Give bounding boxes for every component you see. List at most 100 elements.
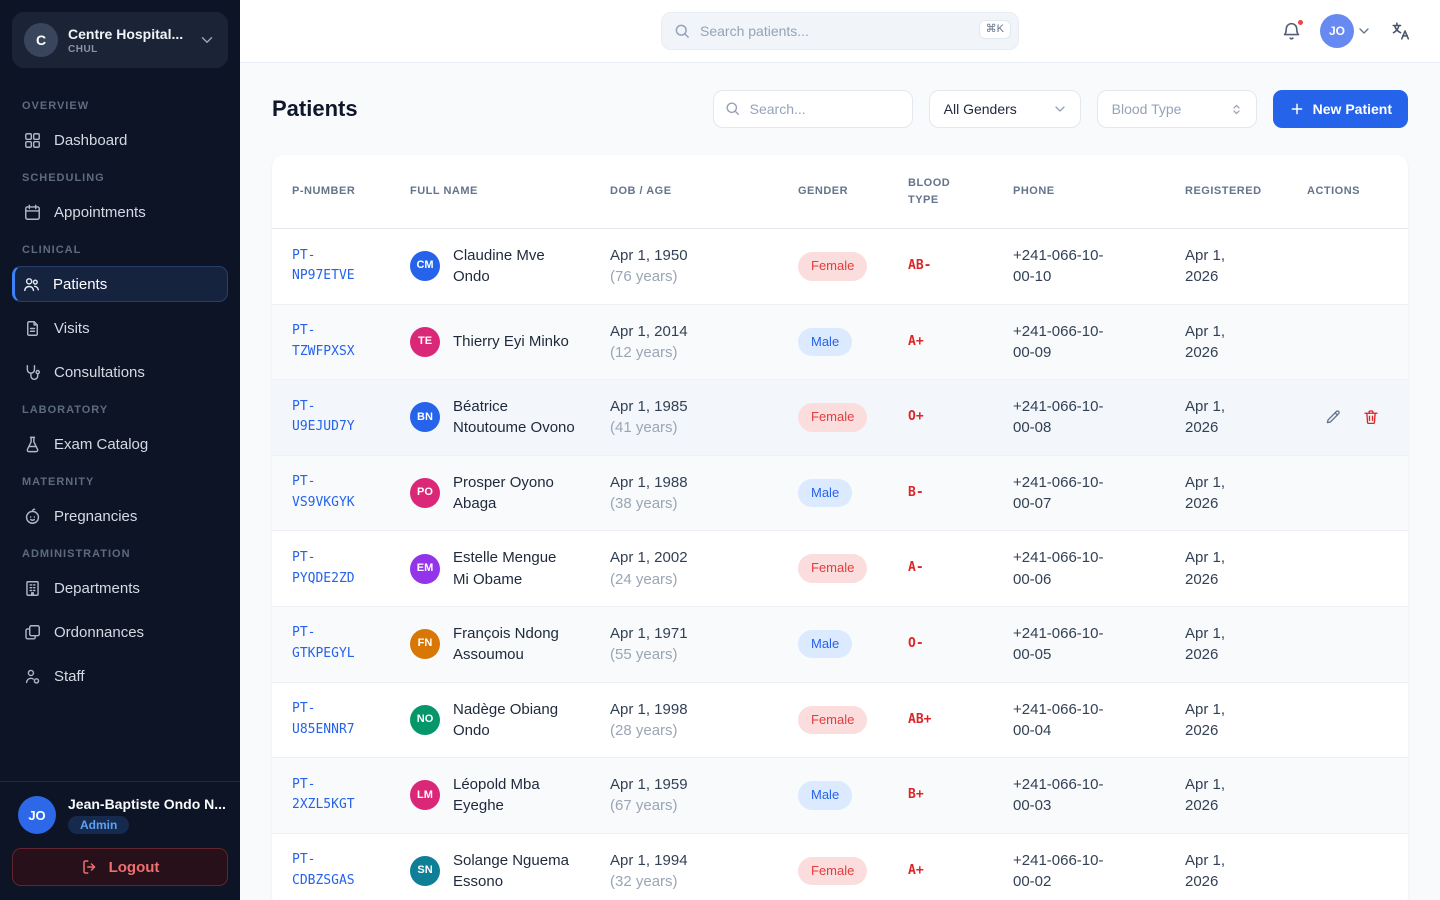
patient-name: Solange Nguema Essono (453, 850, 575, 893)
sidebar-item-ordonnances[interactable]: Ordonnances (12, 614, 228, 650)
org-selector[interactable]: C Centre Hospital... CHUL (12, 12, 228, 68)
new-patient-button[interactable]: New Patient (1273, 90, 1408, 128)
sidebar: C Centre Hospital... CHUL OVERVIEWDashbo… (0, 0, 240, 900)
patients-table: P-NUMBERFULL NAMEDOB / AGEGENDERBLOOD TY… (272, 155, 1408, 900)
table-row[interactable]: PT-GTKPEGYL FN François Ndong Assoumou Apr … (272, 606, 1408, 682)
registered-date: Apr 1, 2026 (1185, 229, 1249, 304)
registered-date: Apr 1, 2026 (1185, 683, 1249, 758)
edit-button[interactable] (1324, 408, 1342, 426)
table-row[interactable]: PT-U85ENNR7NONadège Obiang OndoApr 1, 19… (272, 682, 1408, 758)
page-title: Patients (272, 96, 358, 122)
patient-number-link[interactable]: PT-PYQDE2ZD (292, 548, 378, 590)
blood-type: AB+ (908, 695, 1013, 745)
sidebar-item-appointments[interactable]: Appointments (12, 194, 228, 230)
sidebar-item-consultations[interactable]: Consultations (12, 354, 228, 390)
patient-number-link[interactable]: PT-GTKPEGYL (292, 623, 378, 665)
sidebar-item-patients[interactable]: Patients (12, 266, 228, 302)
chevron-down-icon (198, 31, 216, 49)
sidebar-item-visits[interactable]: Visits (12, 310, 228, 346)
patient-dob: Apr 1, 1994 (32 years) (610, 834, 718, 900)
org-code: CHUL (68, 44, 188, 55)
app-root: C Centre Hospital... CHUL OVERVIEWDashbo… (0, 0, 1440, 900)
delete-button[interactable] (1362, 408, 1380, 426)
registered-date: Apr 1, 2026 (1185, 456, 1249, 531)
patient-name: Estelle Mengue Mi Obame (453, 547, 575, 590)
column-header-dob-age: DOB / AGE (610, 163, 798, 220)
table-row[interactable]: PT-PYQDE2ZDEMEstelle Mengue Mi ObameApr … (272, 530, 1408, 606)
logout-button[interactable]: Logout (12, 848, 228, 886)
patient-avatar: FN (410, 629, 440, 659)
patient-number-link[interactable]: PT-TZWFPXSX (292, 321, 378, 363)
patient-phone: +241-066-10-00-05 (1013, 607, 1137, 682)
table-row[interactable]: PT-CDBZSGASSNSolange Nguema EssonoApr 1,… (272, 833, 1408, 900)
patient-phone: +241-066-10-00-03 (1013, 758, 1137, 833)
patient-number-link[interactable]: PT-U9EJUD7Y (292, 397, 378, 439)
nav-section-maternity: MATERNITYPregnancies (12, 476, 228, 534)
sidebar-item-dashboard[interactable]: Dashboard (12, 122, 228, 158)
table-row[interactable]: PT-U9EJUD7YBNBéatrice Ntoutoume OvonoApr… (272, 379, 1408, 455)
patient-number-link[interactable]: PT-VS9VKGYK (292, 472, 378, 514)
user-menu[interactable]: JO (1320, 14, 1372, 48)
column-header-p-number: P-NUMBER (292, 163, 410, 220)
patient-phone: +241-066-10-00-02 (1013, 834, 1137, 900)
patient-dob: Apr 1, 1959 (67 years) (610, 758, 718, 833)
nav-section-administration: ADMINISTRATIONDepartmentsOrdonnancesStaf… (12, 548, 228, 694)
blood-type-filter-select[interactable]: Blood Type (1097, 90, 1257, 128)
nav-section-scheduling: SCHEDULINGAppointments (12, 172, 228, 230)
column-header-gender: GENDER (798, 163, 908, 220)
table-row[interactable]: PT-NP97ETVECMClaudine Mve OndoApr 1, 195… (272, 229, 1408, 304)
blood-type: A+ (908, 317, 1013, 367)
sidebar-item-exam-catalog[interactable]: Exam Catalog (12, 426, 228, 462)
blood-type: B+ (908, 770, 1013, 820)
registered-date: Apr 1, 2026 (1185, 531, 1249, 606)
table-row[interactable]: PT-2XZL5KGTLMLéopold Mba EyegheApr 1, 19… (272, 757, 1408, 833)
chevron-down-icon (1356, 23, 1372, 39)
patient-name: Léopold Mba Eyeghe (453, 774, 575, 817)
building-icon (23, 579, 42, 598)
pages-icon (23, 623, 42, 642)
patient-phone: +241-066-10-00-06 (1013, 531, 1137, 606)
gender-badge: Female (798, 403, 867, 431)
patient-name: Claudine Mve Ondo (453, 245, 575, 288)
column-header-full-name: FULL NAME (410, 163, 610, 220)
blood-type: O+ (908, 392, 1013, 442)
table-search-input[interactable] (713, 90, 913, 128)
blood-type: A+ (908, 846, 1013, 896)
table-row[interactable]: PT-TZWFPXSXTEThierry Eyi MinkoApr 1, 201… (272, 304, 1408, 380)
language-button[interactable] (1390, 20, 1412, 42)
table-row[interactable]: PT-VS9VKGYKPOProsper Oyono AbagaApr 1, 1… (272, 455, 1408, 531)
patient-phone: +241-066-10-00-09 (1013, 305, 1137, 380)
sidebar-item-departments[interactable]: Departments (12, 570, 228, 606)
patient-dob: Apr 1, 2002 (24 years) (610, 531, 718, 606)
blood-type: O- (908, 619, 1013, 669)
flask-icon (23, 435, 42, 454)
sidebar-item-pregnancies[interactable]: Pregnancies (12, 498, 228, 534)
sidebar-item-staff[interactable]: Staff (12, 658, 228, 694)
logout-label: Logout (109, 859, 160, 876)
patient-phone: +241-066-10-00-10 (1013, 229, 1137, 304)
global-search-input[interactable] (661, 12, 1019, 50)
search-icon (724, 100, 741, 117)
gender-badge: Male (798, 630, 852, 658)
blood-type: A- (908, 543, 1013, 593)
gender-badge: Female (798, 706, 867, 734)
gender-badge: Female (798, 857, 867, 885)
patient-dob: Apr 1, 1950 (76 years) (610, 229, 718, 304)
blood-type: B- (908, 468, 1013, 518)
notifications-button[interactable] (1281, 21, 1302, 42)
notification-dot (1296, 18, 1305, 27)
patient-phone: +241-066-10-00-08 (1013, 380, 1137, 455)
user-name: Jean-Baptiste Ondo N... (68, 796, 226, 812)
translate-icon (1390, 20, 1412, 42)
patient-dob: Apr 1, 2014 (12 years) (610, 305, 718, 380)
patient-dob: Apr 1, 1971 (55 years) (610, 607, 718, 682)
patient-number-link[interactable]: PT-2XZL5KGT (292, 775, 378, 817)
patient-avatar: BN (410, 402, 440, 432)
patient-name: François Ndong Assoumou (453, 623, 575, 666)
patient-number-link[interactable]: PT-U85ENNR7 (292, 699, 378, 741)
patient-avatar: NO (410, 705, 440, 735)
gender-filter-select[interactable]: All Genders (929, 90, 1081, 128)
patient-number-link[interactable]: PT-NP97ETVE (292, 246, 378, 288)
patient-number-link[interactable]: PT-CDBZSGAS (292, 850, 378, 892)
registered-date: Apr 1, 2026 (1185, 305, 1249, 380)
